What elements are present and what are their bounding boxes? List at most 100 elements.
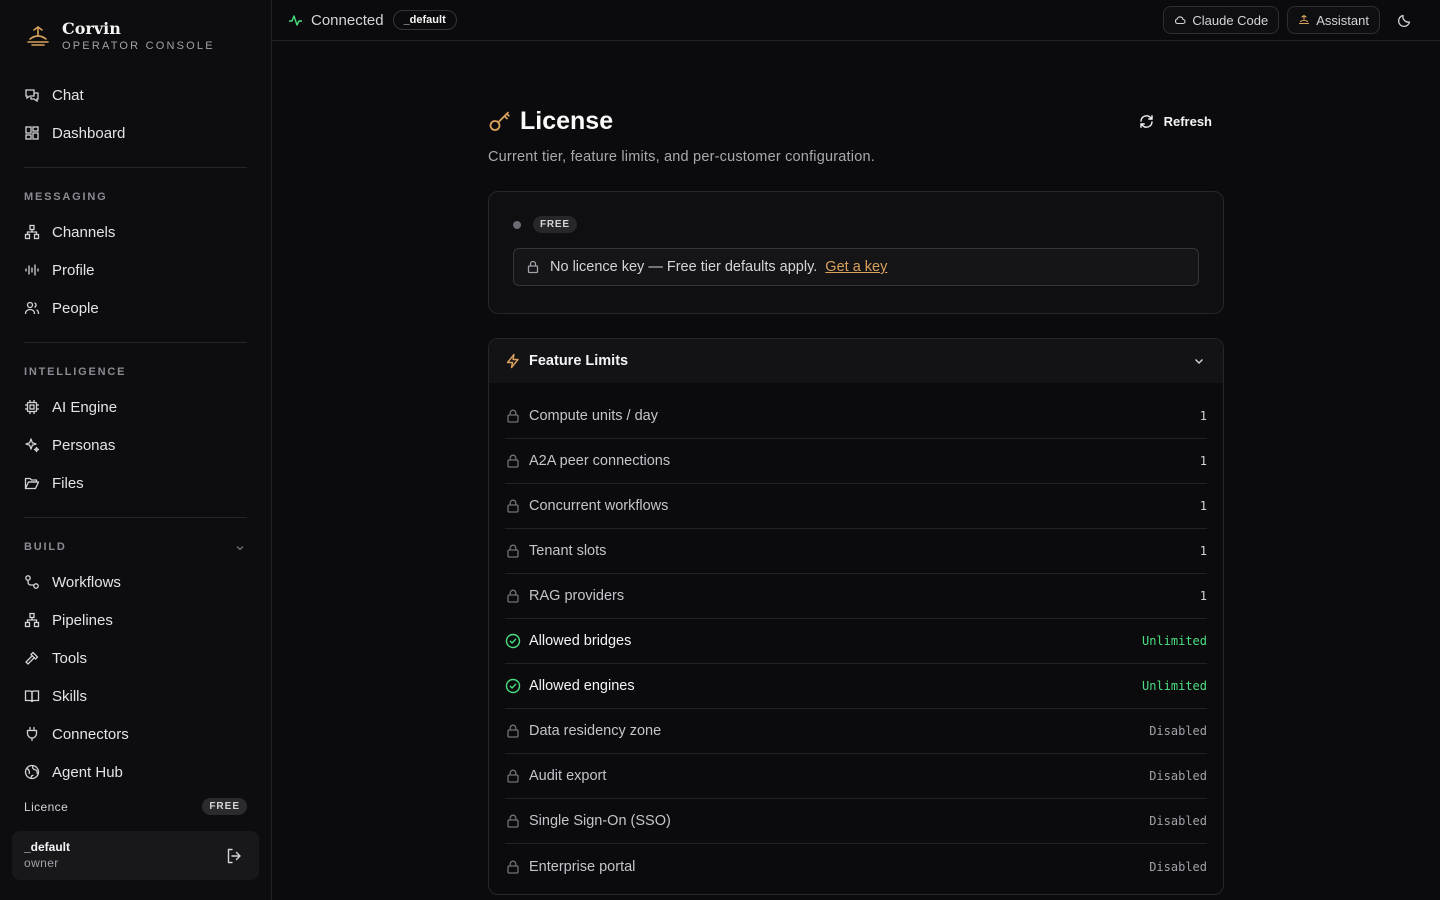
limit-name: Concurrent workflows [529,498,669,514]
page-header: License Refresh [488,104,1224,138]
limit-value: Unlimited [1141,679,1207,693]
licence-label: Licence [24,799,69,814]
brand[interactable]: Corvin OPERATOR CONSOLE [24,20,215,53]
limit-row: Audit export Disabled [505,754,1207,799]
limit-row: Compute units / day 1 [505,394,1207,439]
license-page: License Refresh Current tier, feature li… [488,104,1224,895]
limit-value: Disabled [1149,814,1207,828]
sidebar-item-label: Pipelines [52,611,113,629]
key-icon [489,111,510,131]
get-a-key-link[interactable]: Get a key [825,259,887,275]
sidebar-item-agent-hub[interactable]: Agent Hub [12,756,248,788]
feature-limits-title: Feature Limits [529,353,629,369]
limit-name: Data residency zone [529,723,662,739]
licence-tier-badge: FREE [202,798,247,815]
book-icon [24,690,40,703]
sidebar-divider [24,342,247,343]
section-title-messaging: MESSAGING [24,191,108,203]
notice-text: No licence key — Free tier defaults appl… [550,259,818,275]
section-title-intelligence: INTELLIGENCE [24,366,127,378]
brand-name: Corvin [62,19,121,38]
claude-code-button[interactable]: Claude Code [1163,6,1280,34]
user-card: _default owner [12,831,259,880]
audio-wave-icon [25,264,39,276]
limit-name: Allowed bridges [529,633,632,649]
limit-value: Disabled [1149,769,1207,783]
limit-row: Allowed engines Unlimited [505,664,1207,709]
lock-icon [507,814,519,828]
assistant-label: Assistant [1316,12,1369,28]
sidebar-item-ai-engine[interactable]: AI Engine [12,391,248,423]
cpu-icon [25,400,39,414]
user-role: owner [24,856,59,870]
people-icon [24,301,40,315]
assistant-button[interactable]: Assistant [1287,6,1380,34]
sidebar-item-label: Profile [52,261,95,279]
check-circle-icon [505,633,521,649]
lock-icon [507,589,519,603]
sidebar-item-label: Workflows [52,573,121,591]
pipeline-icon [24,612,40,628]
tier-badge: FREE [533,216,577,233]
licence-notice: No licence key — Free tier defaults appl… [513,248,1199,286]
folder-icon [24,477,40,490]
sidebar-item-label: Personas [52,436,116,454]
sidebar-item-chat[interactable]: Chat [12,79,248,111]
logout-icon[interactable] [225,847,243,865]
sidebar-item-skills[interactable]: Skills [12,680,248,712]
limit-row: Allowed bridges Unlimited [505,619,1207,664]
sidebar-item-workflows[interactable]: Workflows [12,566,248,598]
lock-icon [507,860,519,874]
cloud-icon [1175,16,1186,25]
refresh-label: Refresh [1163,113,1212,129]
brand-subtitle: OPERATOR CONSOLE [62,40,215,52]
hammer-icon [25,651,39,665]
limit-value: Disabled [1149,859,1207,874]
sidebar-item-dashboard[interactable]: Dashboard [12,117,248,149]
limit-row: RAG providers 1 [505,574,1207,619]
limit-row: Data residency zone Disabled [505,709,1207,754]
zap-icon [506,353,519,369]
sidebar-item-people[interactable]: People [12,292,248,324]
lock-icon [507,724,519,738]
topbar: Connected _default Claude Code Assistant [272,0,1440,41]
section-title-build: BUILD [24,541,67,553]
refresh-button[interactable]: Refresh [1127,106,1224,136]
limit-name: A2A peer connections [529,453,671,469]
feature-limits-header[interactable]: Feature Limits [489,339,1223,383]
assistant-logo-icon [1299,14,1310,25]
limit-value: Disabled [1149,724,1207,738]
limit-value: 1 [1199,499,1207,513]
limit-name: Tenant slots [529,543,607,559]
sidebar-item-files[interactable]: Files [12,467,248,499]
limit-name: Allowed engines [529,678,635,694]
page-subtitle: Current tier, feature limits, and per-cu… [488,149,875,165]
sidebar-item-channels[interactable]: Channels [12,216,248,248]
limit-name: Audit export [529,768,607,784]
tenant-chip[interactable]: _default [392,10,457,30]
sparkles-icon [25,438,40,453]
plug-icon [26,726,38,742]
limit-row: Concurrent workflows 1 [505,484,1207,529]
sidebar-item-label: Skills [52,687,88,705]
theme-toggle-button[interactable] [1390,6,1418,34]
sidebar-item-personas[interactable]: Personas [12,429,248,461]
tier-row: FREE [513,216,1199,233]
sidebar-item-profile[interactable]: Profile [12,254,248,286]
sidebar-item-tools[interactable]: Tools [12,642,248,674]
check-circle-icon [505,678,521,694]
chevron-down-icon[interactable] [234,542,246,554]
limit-value: 1 [1199,409,1207,423]
main-area: Connected _default Claude Code Assistant [272,0,1440,900]
limit-row: Single Sign-On (SSO) Disabled [505,799,1207,844]
connection-status: Connected [288,12,384,29]
sidebar-item-connectors[interactable]: Connectors [12,718,248,750]
limit-row: Enterprise portal Disabled [505,844,1207,889]
lock-icon [507,499,519,513]
sidebar-item-pipelines[interactable]: Pipelines [12,604,248,636]
limit-name: Enterprise portal [529,858,636,875]
feature-limits-card: Feature Limits Compute units / day 1 A2A p… [488,338,1224,895]
sidebar-divider [24,167,247,168]
limit-name: Single Sign-On (SSO) [529,813,671,829]
lock-icon [507,544,519,558]
